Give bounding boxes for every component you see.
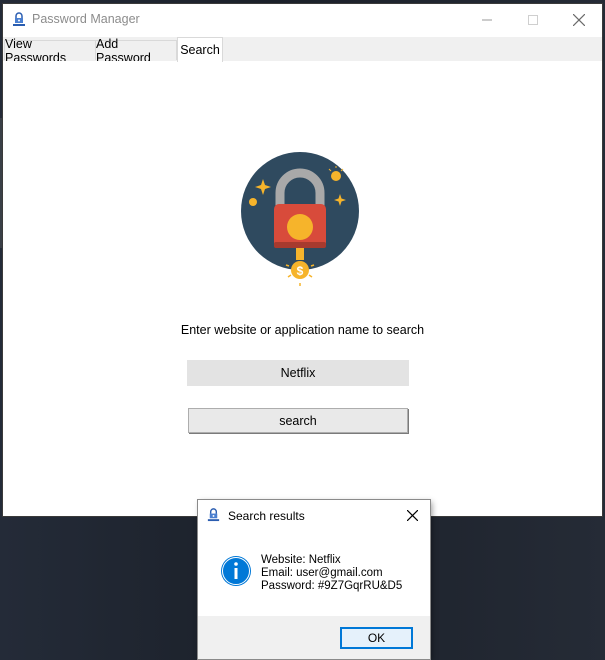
lock-person-icon [207,508,220,522]
result-text: Website: Netflix Email: user@gmail.com P… [261,554,402,593]
info-icon [221,556,251,586]
search-prompt-label: Enter website or application name to sea… [180,323,425,337]
search-button[interactable]: search [188,408,408,433]
main-window: Password Manager View Passwords Add Pass… [3,4,602,516]
dialog-title: Search results [228,509,305,523]
dialog-titlebar[interactable]: Search results [198,500,430,530]
close-icon [406,509,418,521]
minimize-icon [482,19,492,21]
result-website: Website: Netflix [261,554,341,566]
search-tab-content: $ Enter website or application name to s… [3,61,602,516]
lock-person-icon [13,12,25,26]
tab-view-passwords[interactable]: View Passwords [4,37,96,65]
ok-button[interactable]: OK [340,627,413,649]
maximize-button[interactable] [510,4,556,36]
tab-bar: View Passwords Add Password Search [3,37,602,65]
window-title: Password Manager [32,12,140,26]
close-window-button[interactable] [556,4,602,36]
window-titlebar[interactable]: Password Manager [3,4,602,36]
minimize-button[interactable] [464,4,510,36]
svg-text:$: $ [297,264,304,278]
close-icon [573,14,585,26]
search-input[interactable] [187,360,409,386]
maximize-icon [528,15,538,25]
padlock-coin-icon: $ [241,152,359,286]
result-email: Email: user@gmail.com [261,567,383,579]
tab-add-password[interactable]: Add Password [95,37,177,65]
dialog-close-button[interactable] [402,505,422,525]
dialog-footer: OK [198,616,430,659]
tab-search[interactable]: Search [177,37,223,62]
result-password: Password: #9Z7GqrRU&D5 [261,580,403,592]
search-results-dialog: Search results Website: Netflix Email: u… [198,500,430,659]
